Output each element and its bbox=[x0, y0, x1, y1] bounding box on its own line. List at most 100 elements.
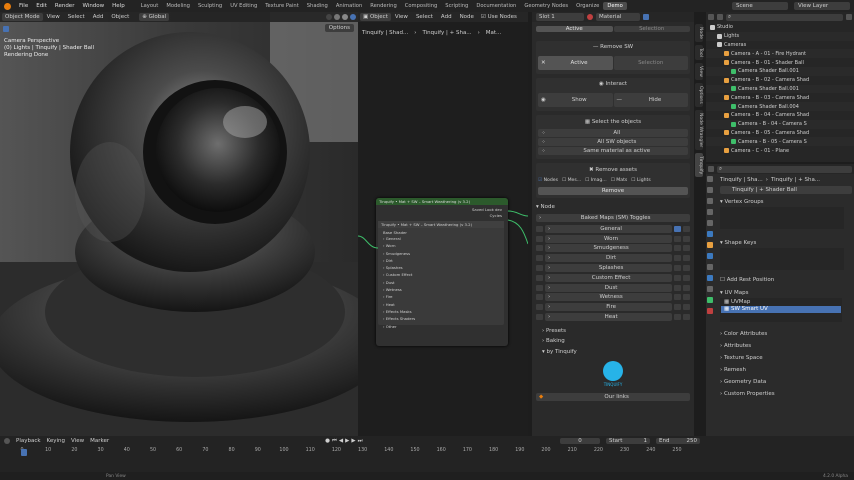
checkbox-icon[interactable] bbox=[536, 255, 543, 262]
tab-rendering[interactable]: Rendering bbox=[366, 2, 401, 10]
sidebar-tab-tinquify[interactable]: Tinquify bbox=[695, 152, 703, 178]
inner-panel-item[interactable]: › Wetness bbox=[383, 286, 504, 293]
shape-keys-header[interactable]: ▾ Shape Keys bbox=[720, 239, 852, 248]
select-same-material-button[interactable]: ⁘ Same material as active bbox=[538, 147, 688, 155]
outliner-item[interactable]: Camera - B - 05 - Camera S bbox=[706, 137, 854, 147]
asset-checkbox[interactable]: ☐ Mes... bbox=[562, 178, 581, 183]
start-frame-field[interactable]: Start 1 bbox=[606, 438, 650, 444]
toggle-fire-button[interactable]: › Fire bbox=[545, 303, 672, 312]
collapsed-presets[interactable]: › Presets bbox=[536, 326, 690, 337]
world-tab-icon[interactable] bbox=[707, 231, 713, 237]
tab-compositing[interactable]: Compositing bbox=[401, 2, 442, 10]
particles-tab-icon[interactable] bbox=[707, 264, 713, 270]
node-editor[interactable]: ▣ Object View Select Add Node ☑ Use Nodes T… bbox=[358, 12, 528, 436]
node-icon[interactable] bbox=[674, 235, 681, 242]
tab-animation[interactable]: Animation bbox=[332, 2, 366, 10]
checkbox-icon[interactable] bbox=[536, 304, 543, 311]
hide-button[interactable]: — Hide bbox=[613, 93, 688, 107]
mode-select[interactable]: Object Mode bbox=[2, 13, 43, 21]
section-custom-properties[interactable]: › Custom Properties bbox=[720, 388, 852, 400]
asset-checkbox[interactable]: ☑ Nodes bbox=[538, 178, 558, 183]
toggle-general-button[interactable]: › General bbox=[545, 224, 672, 233]
outliner-item[interactable]: Camera - B - 03 - Camera Shad bbox=[706, 93, 854, 102]
tool-tab-icon[interactable] bbox=[707, 176, 713, 182]
modifier-tab-icon[interactable] bbox=[707, 253, 713, 259]
outliner-item[interactable]: Lights bbox=[706, 31, 854, 41]
jump-end-icon[interactable]: ⏭ bbox=[358, 438, 363, 445]
view-layer-field[interactable]: View Layer bbox=[794, 2, 850, 10]
material-field[interactable]: Material bbox=[596, 13, 640, 21]
menu-select[interactable]: Select bbox=[412, 14, 437, 20]
menu-add[interactable]: Add bbox=[437, 14, 456, 20]
node-icon[interactable] bbox=[674, 314, 681, 321]
bake-icon[interactable] bbox=[683, 274, 690, 281]
bake-icon[interactable] bbox=[683, 245, 690, 252]
menu-view[interactable]: View bbox=[43, 14, 64, 20]
inner-panel-item[interactable]: › Fire bbox=[383, 293, 504, 300]
asset-checkbox[interactable]: ☐ Mats bbox=[611, 178, 628, 183]
next-key-icon[interactable]: ▶ bbox=[351, 438, 355, 444]
remove-sw-selection-button[interactable]: Selection bbox=[613, 56, 688, 70]
node-icon[interactable] bbox=[674, 284, 681, 291]
node-icon[interactable] bbox=[674, 294, 681, 301]
section-texture-space[interactable]: › Texture Space bbox=[720, 352, 852, 364]
viewport-3d[interactable]: Object Mode View Select Add Object ⊕ Global… bbox=[0, 12, 358, 436]
top-active-button[interactable]: Active bbox=[536, 25, 613, 32]
menu-object[interactable]: Object bbox=[107, 14, 133, 20]
slot-select[interactable]: Slot 1 bbox=[536, 13, 584, 21]
data-tab-icon[interactable] bbox=[707, 297, 713, 303]
inner-panel-item[interactable]: › Effects Shaders bbox=[383, 315, 504, 322]
node-icon[interactable] bbox=[674, 274, 681, 281]
keying-menu[interactable]: Keying bbox=[47, 438, 65, 444]
bake-icon[interactable] bbox=[683, 255, 690, 262]
checkbox-icon[interactable] bbox=[536, 265, 543, 272]
bake-icon[interactable] bbox=[683, 265, 690, 272]
editor-type-select[interactable]: ▣ Object bbox=[360, 13, 391, 21]
section-remesh[interactable]: › Remesh bbox=[720, 364, 852, 376]
record-icon[interactable]: ● bbox=[325, 438, 330, 444]
display-mode-icon[interactable] bbox=[717, 14, 723, 20]
asset-checkbox[interactable]: ☐ Imag... bbox=[585, 178, 607, 183]
menu-add[interactable]: Add bbox=[89, 14, 108, 20]
playback-menu[interactable]: Playback bbox=[16, 438, 41, 444]
inner-panel-item[interactable]: › Splashes bbox=[383, 264, 504, 271]
tab-uv-editing[interactable]: UV Editing bbox=[226, 2, 261, 10]
section-color-attributes[interactable]: › Color Attributes bbox=[720, 328, 852, 340]
rendered-shading-icon[interactable] bbox=[350, 14, 356, 20]
menu-render[interactable]: Render bbox=[51, 3, 79, 9]
object-name-field[interactable]: Tinquify | + Shader Ball bbox=[720, 186, 852, 194]
outliner-item[interactable]: Camera - C - 01 - Plane bbox=[706, 146, 854, 155]
filter-icon[interactable] bbox=[846, 14, 852, 20]
prev-key-icon[interactable]: ◀ bbox=[339, 438, 343, 444]
outliner-item[interactable]: Cameras bbox=[706, 41, 854, 50]
marker-menu[interactable]: Marker bbox=[90, 438, 109, 444]
inner-panel-item[interactable]: › Worn bbox=[383, 242, 504, 249]
tab-geometry-nodes[interactable]: Geometry Nodes bbox=[520, 2, 572, 10]
sidebar-tab-view[interactable]: View bbox=[695, 62, 703, 80]
inner-panel-item[interactable]: › Custom Effect bbox=[383, 271, 504, 278]
our-links-button[interactable]: ◆ Our links bbox=[536, 393, 690, 402]
uv-map-item[interactable]: ▦ UVMap bbox=[721, 299, 841, 306]
tab-documentation[interactable]: Documentation bbox=[472, 2, 520, 10]
vertex-groups-list[interactable] bbox=[720, 207, 844, 229]
active-toggle-icon[interactable] bbox=[674, 225, 681, 232]
node-icon[interactable] bbox=[674, 255, 681, 262]
sidebar-tab-node[interactable]: Node bbox=[695, 24, 703, 42]
show-button[interactable]: ◉ Show bbox=[538, 93, 613, 107]
uv-maps-header[interactable]: ▾ UV Maps bbox=[720, 289, 852, 298]
node-section-header[interactable]: ▾ Node bbox=[536, 203, 690, 212]
use-nodes-checkbox[interactable]: ☑ Use Nodes bbox=[481, 14, 517, 20]
breadcrumb-mesh[interactable]: Tinquify | + Sha... bbox=[422, 30, 471, 36]
sidebar-tab-options[interactable]: Options bbox=[695, 82, 703, 107]
outliner-item[interactable]: Camera Shader Ball.001 bbox=[706, 66, 854, 76]
menu-select[interactable]: Select bbox=[64, 14, 89, 20]
bake-icon[interactable] bbox=[683, 235, 690, 242]
node-icon[interactable] bbox=[674, 304, 681, 311]
inner-panel-item[interactable]: › Dirt bbox=[383, 257, 504, 264]
play-icon[interactable]: ▶ bbox=[345, 438, 349, 444]
menu-edit[interactable]: Edit bbox=[32, 3, 51, 9]
tab-modeling[interactable]: Modeling bbox=[162, 2, 194, 10]
tab-texture-paint[interactable]: Texture Paint bbox=[261, 2, 302, 10]
bake-icon[interactable] bbox=[683, 314, 690, 321]
remove-sw-active-button[interactable]: ✕ Active bbox=[538, 56, 613, 70]
